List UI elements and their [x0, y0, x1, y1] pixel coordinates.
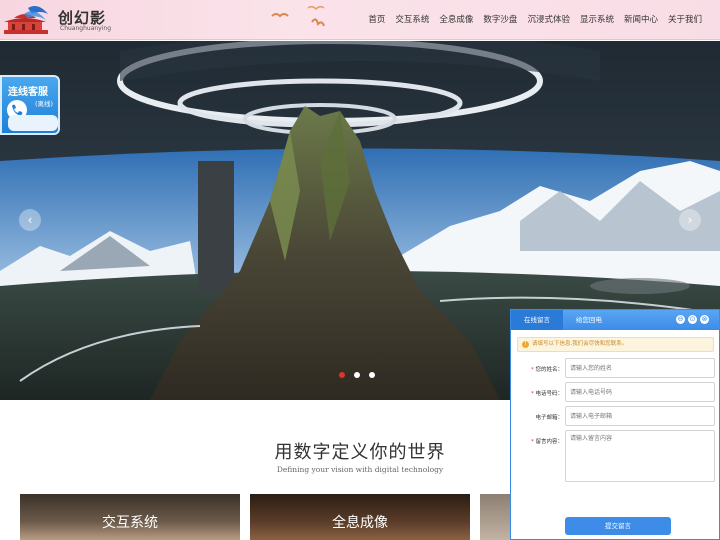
logo[interactable]: 创幻影 Chuanghuanying [2, 4, 112, 36]
logo-subtext: Chuanghuanying [60, 25, 111, 32]
message-textarea[interactable] [565, 430, 715, 482]
nav-item-interactive-system[interactable]: 交互系统 [395, 13, 429, 25]
nav-item-about[interactable]: 关于我们 [668, 13, 702, 25]
name-input[interactable] [565, 358, 715, 378]
main-nav: 首页 交互系统 全息成像 数字沙盘 沉浸式体验 显示系统 新闻中心 关于我们 [368, 13, 702, 25]
flying-birds-decoration [271, 5, 325, 27]
carousel-dot-1[interactable] [339, 372, 345, 378]
email-label: 电子邮箱： [535, 415, 563, 421]
carousel-dot-2[interactable] [354, 372, 360, 378]
tab-online-message[interactable]: 在线留言 [511, 310, 563, 330]
nav-item-holographic[interactable]: 全息成像 [439, 13, 473, 25]
close-icon[interactable]: ⊗ [700, 315, 709, 324]
submit-message-button[interactable]: 提交留言 [565, 517, 671, 535]
notice-bar: ! 请填写以下信息,我们会尽快和您联系。 [517, 337, 714, 352]
carousel-dots [339, 372, 375, 378]
carousel-dot-3[interactable] [369, 372, 375, 378]
carousel-next-button[interactable]: › [679, 209, 701, 231]
card-label: 交互系统 [102, 515, 158, 531]
nav-item-news[interactable]: 新闻中心 [624, 13, 658, 25]
carousel-prev-button[interactable]: ‹ [19, 209, 41, 231]
name-label: * 您的姓名： [530, 367, 563, 373]
notice-text: 请填写以下信息,我们会尽快和您联系。 [532, 341, 628, 347]
message-label: * 留言内容： [530, 439, 563, 445]
card-label: 全息成像 [332, 515, 388, 531]
card-holographic[interactable]: 全息成像 [250, 494, 470, 540]
nav-item-home[interactable]: 首页 [368, 13, 385, 25]
nav-item-display-system[interactable]: 显示系统 [580, 13, 614, 25]
service-badge-keyboard [8, 115, 58, 131]
site-header: 创幻影 Chuanghuanying 首页 交互系统 全息成像 数字沙盘 沉浸式… [0, 0, 720, 40]
maximize-icon[interactable]: ⊙ [688, 315, 697, 324]
nav-item-digital-sandbox[interactable]: 数字沙盘 [483, 13, 517, 25]
info-icon: ! [522, 341, 529, 348]
service-badge-title: 连线客服 [8, 87, 48, 98]
message-panel-header: 在线留言 给您回电 ⊖ ⊙ ⊗ [511, 310, 719, 330]
nav-item-immersive[interactable]: 沉浸式体验 [527, 13, 570, 25]
phone-label: * 电话号码： [530, 391, 563, 397]
minimize-icon[interactable]: ⊖ [676, 315, 685, 324]
card-interactive-system[interactable]: 交互系统 [20, 494, 240, 540]
tab-callback[interactable]: 给您回电 [571, 310, 607, 330]
palace-logo-icon [4, 6, 48, 34]
service-badge-status: (离线) [35, 100, 54, 108]
message-panel: 在线留言 给您回电 ⊖ ⊙ ⊗ ! 请填写以下信息,我们会尽快和您联系。 * 您的… [510, 309, 720, 540]
phone-input[interactable] [565, 382, 715, 402]
email-input[interactable] [565, 406, 715, 426]
online-service-badge[interactable]: 连线客服 (离线) [0, 75, 60, 135]
